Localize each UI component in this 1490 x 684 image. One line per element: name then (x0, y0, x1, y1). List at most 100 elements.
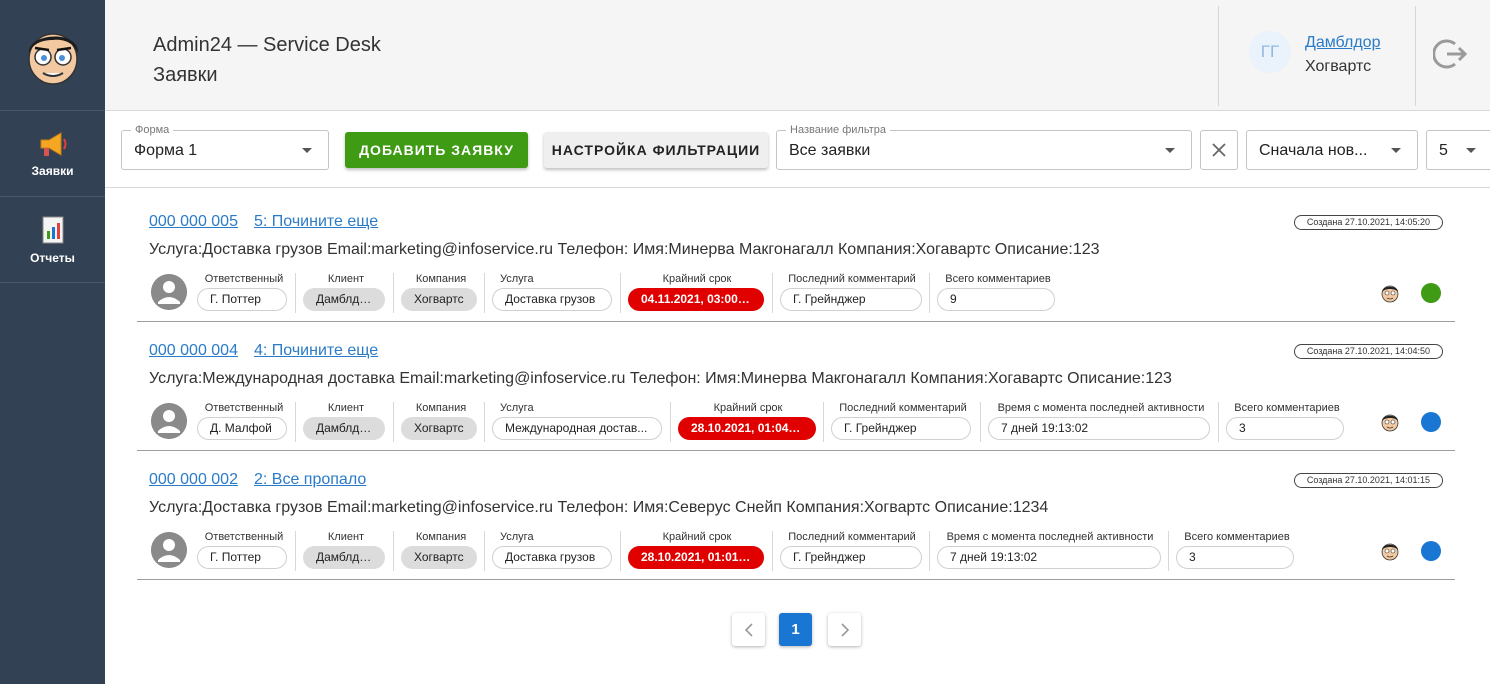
field-last-comment: Последний комментарий Г. Грейнджер (780, 273, 924, 313)
divider (1168, 531, 1169, 571)
field-label: Крайний срок (713, 402, 783, 414)
app-logo[interactable] (0, 0, 105, 111)
caret-down-icon (1165, 148, 1175, 153)
field-total-comments: Всего комментариев 9 (937, 273, 1059, 313)
field-label: Время с момента последней активности (997, 402, 1205, 414)
user-organization: Хогвартс (1305, 58, 1372, 75)
field-value: Г. Грейнджер (780, 288, 922, 311)
sidebar-item-tickets[interactable]: Заявки (0, 111, 105, 197)
caret-down-icon (1391, 148, 1401, 153)
assignee-avatar-icon (1381, 285, 1399, 303)
cartoon-face-icon (27, 33, 78, 85)
next-page-button[interactable] (828, 613, 861, 646)
field-value: Доставка грузов (492, 288, 612, 311)
field-label: Ответственный (204, 531, 284, 543)
filter-settings-button[interactable]: НАСТРОЙКА ФИЛЬТРАЦИИ (544, 132, 768, 168)
page-button-current[interactable]: 1 (779, 613, 812, 646)
field-value: Хогвартс (401, 288, 477, 311)
ticket-card[interactable]: 000 000 002 2: Все пропало Создана 27.10… (137, 451, 1455, 580)
divider (620, 531, 621, 571)
field-service: Услуга Доставка грузов (492, 531, 616, 571)
add-ticket-button[interactable]: ДОБАВИТЬ ЗАЯВКУ (345, 132, 528, 168)
sort-select-value: Сначала нов... (1259, 142, 1368, 159)
sort-select[interactable]: Сначала нов... (1246, 130, 1418, 170)
status-indicator (1421, 412, 1441, 432)
ticket-subject-link[interactable]: 2: Все пропало (254, 471, 366, 489)
field-label: Клиент (327, 531, 365, 543)
ticket-card[interactable]: 000 000 004 4: Почините еще Создана 27.1… (137, 322, 1455, 451)
divider (1218, 6, 1219, 106)
status-indicator (1421, 541, 1441, 561)
field-value: 3 (1176, 546, 1294, 569)
field-value: Доставка грузов (492, 546, 612, 569)
field-value: Дамблдор (303, 546, 385, 569)
field-value: Г. Грейнджер (831, 417, 971, 440)
chevron-right-icon (840, 622, 849, 637)
form-select[interactable]: Форма Форма 1 (121, 123, 329, 170)
divider (484, 402, 485, 442)
field-value: Г. Грейнджер (780, 546, 922, 569)
field-value: Международная достав... (492, 417, 662, 440)
divider (929, 531, 930, 571)
ticket-subject-link[interactable]: 5: Почините еще (254, 213, 378, 231)
divider (980, 402, 981, 442)
sidebar: Заявки Отчеты (0, 0, 105, 684)
divider (295, 531, 296, 571)
ticket-description: Услуга:Международная доставка Email:mark… (149, 370, 1172, 387)
sidebar-item-reports[interactable]: Отчеты (0, 197, 105, 283)
field-label: Компания (415, 402, 467, 414)
field-value: Дамблдор (303, 288, 385, 311)
ticket-subject-link[interactable]: 4: Почините еще (254, 342, 378, 360)
user-name-link[interactable]: Дамблдор (1305, 34, 1380, 52)
clear-filter-button[interactable] (1200, 130, 1238, 170)
field-deadline: Крайний срок 04.11.2021, 03:00:00 (628, 273, 766, 313)
field-value: 04.11.2021, 03:00:00 (628, 288, 764, 311)
ticket-description: Услуга:Доставка грузов Email:marketing@i… (149, 241, 1100, 258)
field-service: Услуга Международная достав... (492, 402, 666, 442)
divider (772, 273, 773, 313)
prev-page-button[interactable] (732, 613, 765, 646)
field-value: Д. Малфой (197, 417, 287, 440)
field-label: Последний комментарий (839, 402, 967, 414)
field-last-comment: Последний комментарий Г. Грейнджер (831, 402, 975, 442)
person-icon (151, 403, 187, 439)
person-icon (151, 532, 187, 568)
toolbar: Форма Форма 1 ДОБАВИТЬ ЗАЯВКУ НАСТРОЙКА … (105, 112, 1490, 188)
report-icon (42, 216, 63, 243)
created-badge: Создана 27.10.2021, 14:04:50 (1293, 344, 1443, 359)
ticket-number-link[interactable]: 000 000 004 (149, 342, 238, 360)
filter-name-label: Название фильтра (786, 123, 890, 137)
avatar[interactable]: ГГ (1249, 31, 1291, 73)
divider (929, 273, 930, 313)
form-select-label: Форма (131, 123, 174, 137)
logout-icon[interactable] (1433, 36, 1469, 72)
page-size-select[interactable]: 5 (1426, 130, 1490, 170)
divider (295, 402, 296, 442)
divider (393, 531, 394, 571)
field-value: 9 (937, 288, 1055, 311)
divider (393, 273, 394, 313)
ticket-card[interactable]: 000 000 005 5: Почините еще Создана 27.1… (137, 193, 1455, 322)
field-client: Клиент Дамблдор (303, 273, 389, 313)
caret-down-icon (1466, 148, 1476, 153)
field-label: Всего комментариев (945, 273, 1051, 285)
form-select-value: Форма 1 (134, 142, 198, 159)
ticket-number-link[interactable]: 000 000 005 (149, 213, 238, 231)
filter-name-select[interactable]: Название фильтра Все заявки (776, 123, 1192, 170)
megaphone-icon (40, 131, 66, 156)
field-service: Услуга Доставка грузов (492, 273, 616, 313)
page-size-value: 5 (1439, 142, 1448, 159)
divider (484, 273, 485, 313)
person-icon (151, 274, 187, 310)
field-label: Компания (415, 273, 467, 285)
field-assignee: Ответственный Г. Поттер (197, 531, 291, 571)
field-value: Г. Поттер (197, 546, 287, 569)
created-badge: Создана 27.10.2021, 14:01:15 (1293, 473, 1443, 488)
field-label: Время с момента последней активности (946, 531, 1154, 543)
close-icon (1212, 143, 1226, 157)
field-deadline: Крайний срок 28.10.2021, 01:04:50 (678, 402, 818, 442)
divider (670, 402, 671, 442)
field-total-comments: Всего комментариев 3 (1226, 402, 1348, 442)
ticket-number-link[interactable]: 000 000 002 (149, 471, 238, 489)
field-value: Хогвартс (401, 546, 477, 569)
